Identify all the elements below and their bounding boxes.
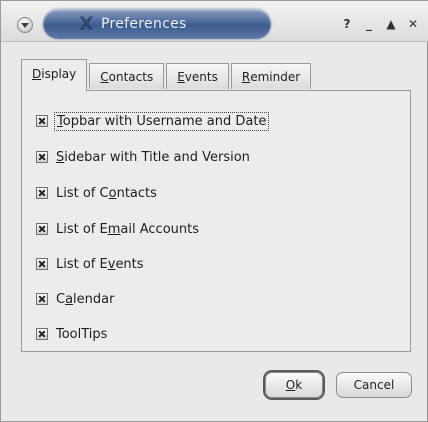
label-suffix: idebar with Title and Version — [64, 149, 250, 165]
tab-contacts-label: ontacts — [108, 69, 154, 84]
checkbox-email-accounts[interactable]: List of Email Accounts — [36, 218, 201, 240]
close-icon[interactable]: ✕ — [405, 16, 421, 32]
label-prefix: C — [56, 291, 66, 307]
app-logo-icon: X — [79, 13, 94, 35]
tab-events-mnemonic: E — [177, 69, 185, 84]
checkbox-topbar[interactable]: Topbar with Username and Date — [36, 110, 270, 132]
checkbox-calendar[interactable]: Calendar — [36, 288, 116, 310]
tab-display-label: isplay — [41, 66, 77, 81]
label-suffix: lendar — [73, 291, 115, 307]
window-menu-icon[interactable] — [17, 17, 33, 33]
checkbox-contacts-label: List of Contacts — [54, 185, 159, 202]
ok-label: k — [295, 378, 303, 392]
checkbox-checked-icon[interactable] — [36, 328, 48, 340]
cancel-button[interactable]: Cancel — [336, 372, 412, 398]
tab-contacts-mnemonic: C — [100, 69, 109, 84]
checkbox-sidebar[interactable]: Sidebar with Title and Version — [36, 146, 252, 168]
tab-bar: Display Contacts Events Reminder — [21, 59, 313, 91]
checkbox-tooltips[interactable]: ToolTips — [36, 323, 109, 345]
label-mnemonic: o — [108, 185, 117, 201]
tab-display[interactable]: Display — [21, 59, 88, 91]
tab-reminder-label: eminder — [250, 69, 301, 84]
tab-reminder-mnemonic: R — [241, 69, 251, 84]
titlebar-buttons: ? _ ▲ ✕ — [339, 16, 421, 32]
tab-events[interactable]: Events — [166, 63, 229, 89]
label-mnemonic: m — [107, 221, 121, 237]
label-prefix: List of E — [56, 256, 108, 272]
label-prefix: List of C — [56, 185, 109, 201]
help-icon[interactable]: ? — [339, 16, 355, 32]
label-mnemonic: a — [65, 291, 74, 307]
checkbox-topbar-label: Topbar with Username and Date — [54, 111, 270, 131]
checkbox-events[interactable]: List of Events — [36, 253, 146, 275]
tab-display-mnemonic: D — [32, 66, 42, 81]
label-suffix: ents — [115, 256, 144, 272]
label-suffix: ail Accounts — [120, 221, 199, 237]
checkbox-checked-icon[interactable] — [36, 258, 48, 270]
minimize-icon[interactable]: _ — [361, 16, 377, 32]
preferences-window: X Preferences ? _ ▲ ✕ Display Contacts E… — [0, 0, 428, 422]
tab-reminder[interactable]: Reminder — [230, 63, 312, 89]
checkbox-tooltips-label: ToolTips — [56, 326, 108, 342]
maximize-icon[interactable]: ▲ — [383, 16, 399, 32]
label-suffix: opbar with Username and Date — [62, 113, 267, 129]
checkbox-sidebar-label: Sidebar with Title and Version — [54, 149, 252, 166]
window-title: Preferences — [101, 16, 187, 32]
ok-mnemonic: O — [285, 378, 296, 392]
tab-events-label: vents — [184, 69, 218, 84]
label-prefix: List of E — [56, 221, 108, 237]
ok-button[interactable]: Ok — [265, 372, 323, 398]
checkbox-checked-icon[interactable] — [36, 293, 48, 305]
checkbox-email-accounts-label: List of Email Accounts — [54, 221, 201, 238]
title-bar[interactable]: X Preferences ? _ ▲ ✕ — [1, 1, 428, 42]
tab-contacts[interactable]: Contacts — [89, 63, 165, 89]
checkbox-checked-icon[interactable] — [36, 223, 48, 235]
display-panel: Topbar with Username and Date Sidebar wi… — [21, 90, 411, 352]
checkbox-events-label: List of Events — [54, 256, 146, 273]
checkbox-calendar-label: Calendar — [54, 291, 116, 308]
checkbox-checked-icon[interactable] — [36, 187, 48, 199]
checkbox-checked-icon[interactable] — [36, 151, 48, 163]
checkbox-contacts[interactable]: List of Contacts — [36, 182, 159, 204]
label-suffix: ntacts — [116, 185, 157, 201]
checkbox-checked-icon[interactable] — [36, 115, 48, 127]
